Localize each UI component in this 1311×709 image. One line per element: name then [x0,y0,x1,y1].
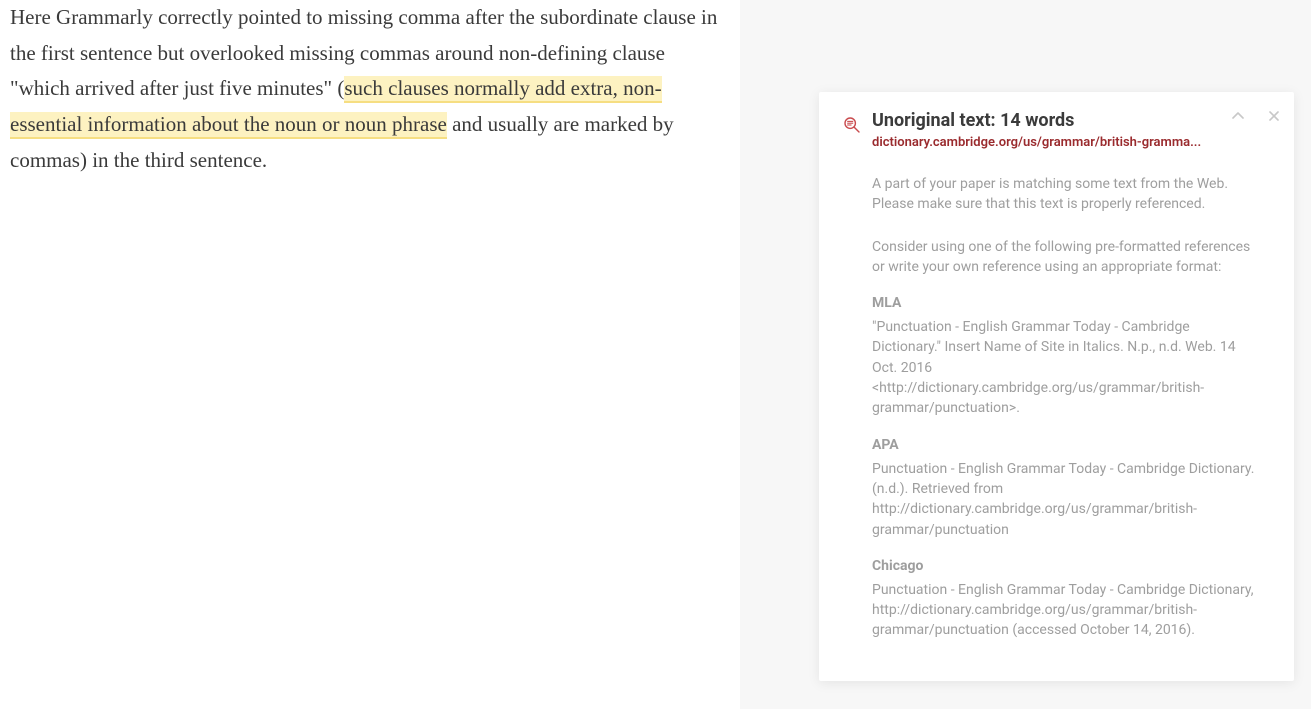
editor-paragraph[interactable]: Here Grammarly correctly pointed to miss… [10,0,720,178]
format-text-apa[interactable]: Punctuation - English Grammar Today - Ca… [872,459,1260,540]
panel-source-link[interactable]: dictionary.cambridge.org/us/grammar/brit… [872,135,1250,150]
panel-body: A part of your paper is matching some te… [819,150,1294,641]
panel-message-1: A part of your paper is matching some te… [872,174,1260,215]
panel-title: Unoriginal text: 14 words [872,110,1250,131]
format-text-chicago[interactable]: Punctuation - English Grammar Today - Ca… [872,580,1260,641]
format-label-chicago: Chicago [872,558,1260,574]
format-label-apa: APA [872,437,1260,453]
format-label-mla: MLA [872,295,1260,311]
format-text-mla[interactable]: "Punctuation - English Grammar Today - C… [872,317,1260,418]
plagiarism-icon [843,116,861,134]
panel-message-2: Consider using one of the following pre-… [872,237,1260,278]
plagiarism-panel: Unoriginal text: 14 words dictionary.cam… [819,92,1294,681]
editor-area[interactable]: Here Grammarly correctly pointed to miss… [0,0,740,709]
panel-header: Unoriginal text: 14 words dictionary.cam… [819,92,1294,150]
